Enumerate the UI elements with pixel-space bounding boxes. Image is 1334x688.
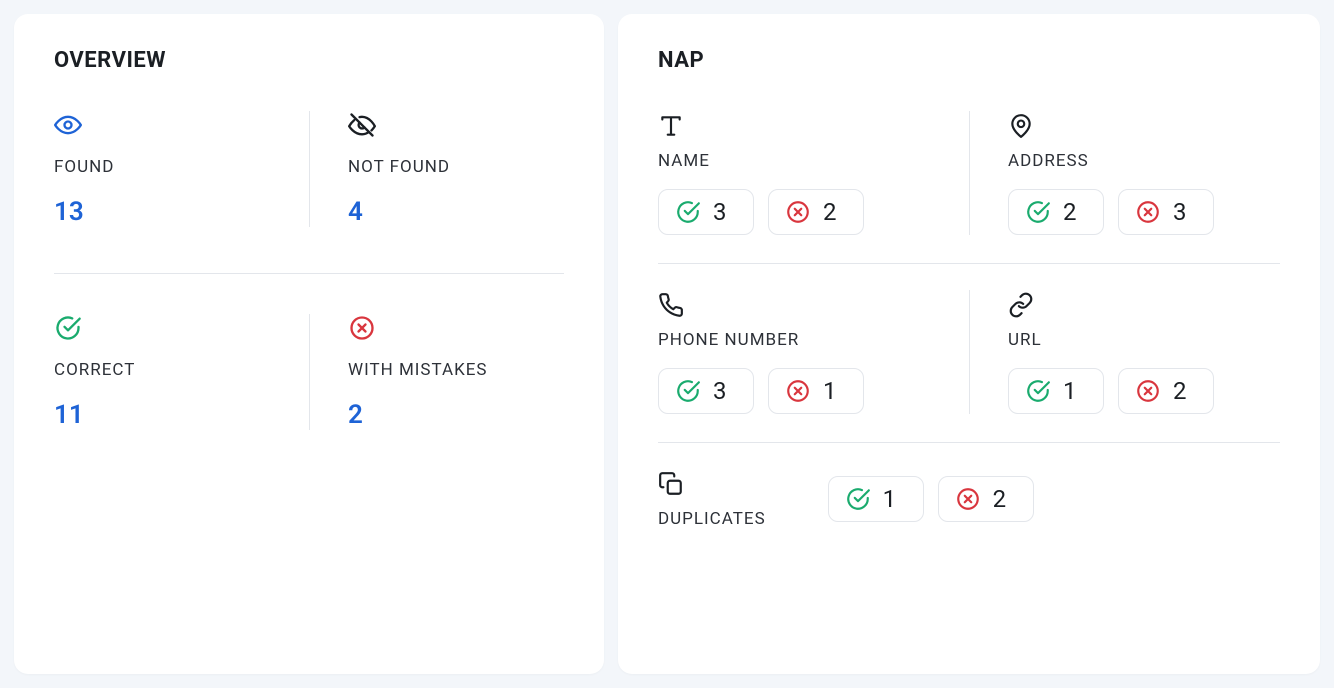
nap-duplicates-bad-chip[interactable]: 2 [938, 476, 1034, 522]
map-pin-icon [1008, 113, 1034, 139]
nap-phone-ok-value: 3 [713, 377, 727, 405]
nap-phone: PHONE NUMBER 3 1 [658, 290, 969, 414]
check-circle-icon [1025, 199, 1051, 225]
overview-not-found-label: NOT FOUND [348, 157, 554, 177]
check-circle-icon [1025, 378, 1051, 404]
nap-name-label: NAME [658, 151, 969, 171]
nap-address: ADDRESS 2 3 [969, 111, 1280, 235]
x-circle-icon [785, 378, 811, 404]
overview-not-found: NOT FOUND 4 [309, 111, 564, 227]
nap-url-ok-chip[interactable]: 1 [1008, 368, 1104, 414]
nap-address-bad-chip[interactable]: 3 [1118, 189, 1214, 235]
x-circle-icon [1135, 378, 1161, 404]
nap-name: NAME 3 2 [658, 111, 969, 235]
nap-name-bad-chip[interactable]: 2 [768, 189, 864, 235]
overview-card: OVERVIEW FOUND 13 NOT FOUND 4 CORRECT 11… [14, 14, 604, 674]
nap-duplicates-ok-chip[interactable]: 1 [828, 476, 924, 522]
nap-url-ok-value: 1 [1063, 377, 1077, 405]
x-circle-icon [348, 314, 376, 342]
nap-url-label: URL [1008, 330, 1280, 350]
nap-phone-ok-chip[interactable]: 3 [658, 368, 754, 414]
nap-card: NAP NAME 3 2 ADDRESS 2 [618, 14, 1320, 674]
overview-correct-value: 11 [54, 400, 299, 430]
nap-name-ok-chip[interactable]: 3 [658, 189, 754, 235]
overview-mistakes-value: 2 [348, 400, 554, 430]
link-icon [1008, 292, 1034, 318]
nap-address-ok-chip[interactable]: 2 [1008, 189, 1104, 235]
nap-duplicates-bad-value: 2 [993, 485, 1007, 513]
check-circle-icon [845, 486, 871, 512]
overview-divider [54, 273, 564, 274]
nap-phone-bad-value: 1 [823, 377, 837, 405]
check-circle-icon [675, 378, 701, 404]
overview-mistakes: WITH MISTAKES 2 [309, 314, 564, 430]
nap-url-bad-chip[interactable]: 2 [1118, 368, 1214, 414]
nap-divider [658, 263, 1280, 264]
overview-not-found-value: 4 [348, 197, 554, 227]
check-circle-icon [675, 199, 701, 225]
nap-name-bad-value: 2 [823, 198, 837, 226]
overview-mistakes-label: WITH MISTAKES [348, 360, 554, 380]
phone-icon [658, 292, 684, 318]
overview-correct: CORRECT 11 [54, 314, 309, 430]
overview-found-value: 13 [54, 197, 299, 227]
type-icon [658, 113, 684, 139]
nap-name-ok-value: 3 [713, 198, 727, 226]
nap-address-ok-value: 2 [1063, 198, 1077, 226]
copy-icon [658, 471, 684, 497]
overview-correct-label: CORRECT [54, 360, 299, 380]
nap-duplicates: DUPLICATES 1 2 [658, 469, 1280, 529]
x-circle-icon [1135, 199, 1161, 225]
overview-found-label: FOUND [54, 157, 299, 177]
nap-phone-label: PHONE NUMBER [658, 330, 969, 350]
overview-title: OVERVIEW [54, 48, 564, 73]
x-circle-icon [955, 486, 981, 512]
nap-duplicates-ok-value: 1 [883, 485, 897, 513]
nap-phone-bad-chip[interactable]: 1 [768, 368, 864, 414]
check-circle-icon [54, 314, 82, 342]
nap-duplicates-label: DUPLICATES [658, 509, 766, 529]
x-circle-icon [785, 199, 811, 225]
eye-icon [54, 111, 82, 139]
nap-url-bad-value: 2 [1173, 377, 1187, 405]
nap-address-label: ADDRESS [1008, 151, 1280, 171]
nap-title: NAP [658, 48, 1280, 73]
nap-address-bad-value: 3 [1173, 198, 1187, 226]
overview-found: FOUND 13 [54, 111, 309, 227]
eye-off-icon [348, 111, 376, 139]
nap-url: URL 1 2 [969, 290, 1280, 414]
nap-divider [658, 442, 1280, 443]
